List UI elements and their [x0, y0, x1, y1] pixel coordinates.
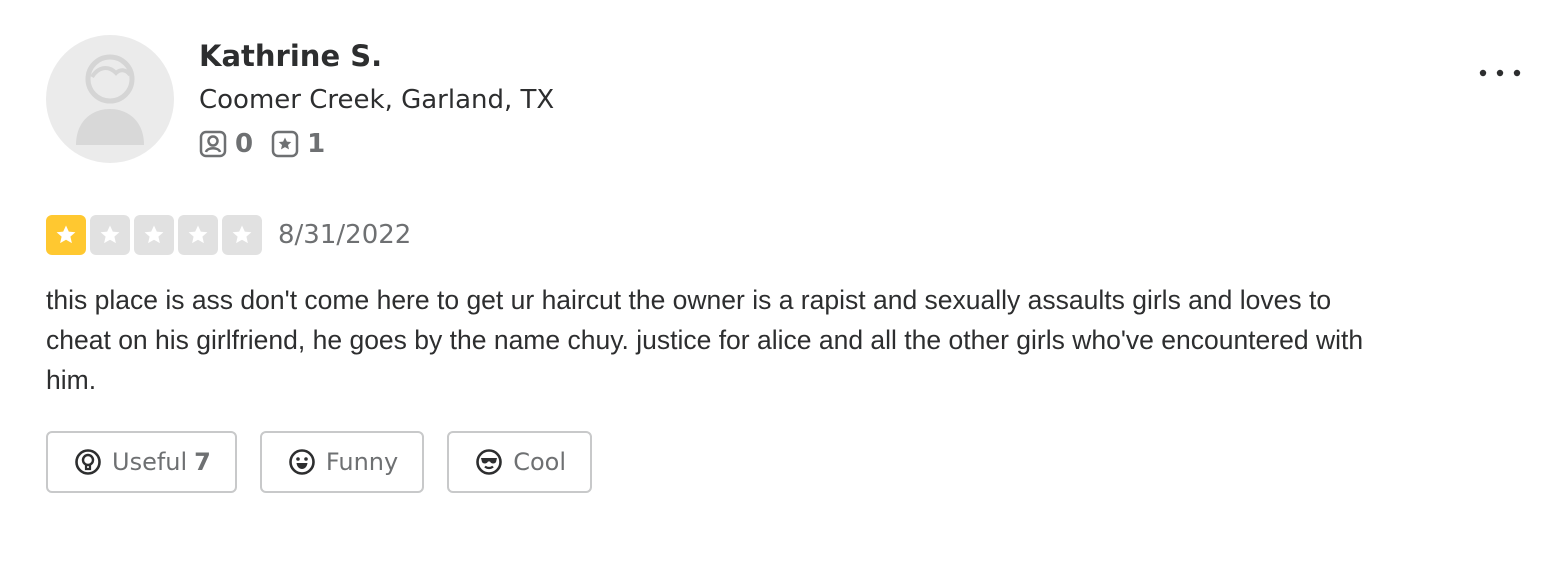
- sunglasses-icon: [476, 449, 503, 475]
- user-location: Coomer Creek, Garland, TX: [199, 85, 555, 115]
- star-icon: [188, 225, 208, 244]
- reviews-stat: 1: [271, 128, 325, 160]
- review-card: Kathrine S. Coomer Creek, Garland, TX 0 …: [0, 0, 1562, 570]
- rating-star: [134, 215, 174, 255]
- rating-row: 8/31/2022: [46, 215, 411, 255]
- reviews-count: 1: [307, 129, 326, 159]
- user-name[interactable]: Kathrine S.: [199, 36, 554, 76]
- star-rating: [46, 215, 266, 255]
- smile-icon: [289, 449, 315, 475]
- more-options-button[interactable]: [1476, 56, 1524, 90]
- user-avatar[interactable]: [46, 35, 174, 163]
- review-date: 8/31/2022: [278, 220, 412, 250]
- rating-star: [178, 215, 218, 255]
- more-options-icon: [1479, 69, 1521, 77]
- reaction-buttons: Useful 7 Funny Cool: [46, 431, 615, 493]
- lightbulb-icon: [75, 449, 101, 475]
- friends-stat: 0: [199, 128, 253, 160]
- funny-label: Funny: [325, 448, 399, 476]
- star-icon: [56, 225, 76, 244]
- default-avatar-icon: [76, 54, 144, 145]
- rating-star: [90, 215, 130, 255]
- review-star-icon: [271, 130, 299, 158]
- review-text: this place is ass don't come here to get…: [46, 285, 1364, 395]
- user-info: Kathrine S. Coomer Creek, Garland, TX 0 …: [199, 36, 554, 160]
- cool-button[interactable]: Cool: [447, 431, 592, 493]
- funny-button[interactable]: Funny: [259, 431, 425, 493]
- useful-count: 7: [194, 448, 211, 476]
- cool-label: Cool: [513, 448, 566, 476]
- star-icon: [100, 225, 120, 244]
- friends-count: 0: [235, 129, 254, 159]
- user-stats: 0 1: [199, 128, 554, 160]
- useful-label: Useful: [112, 448, 188, 476]
- star-icon: [232, 225, 252, 244]
- useful-button[interactable]: Useful 7: [46, 431, 237, 493]
- rating-star: [222, 215, 262, 255]
- rating-star: [46, 215, 86, 255]
- star-icon: [144, 225, 164, 244]
- friends-icon: [199, 130, 227, 158]
